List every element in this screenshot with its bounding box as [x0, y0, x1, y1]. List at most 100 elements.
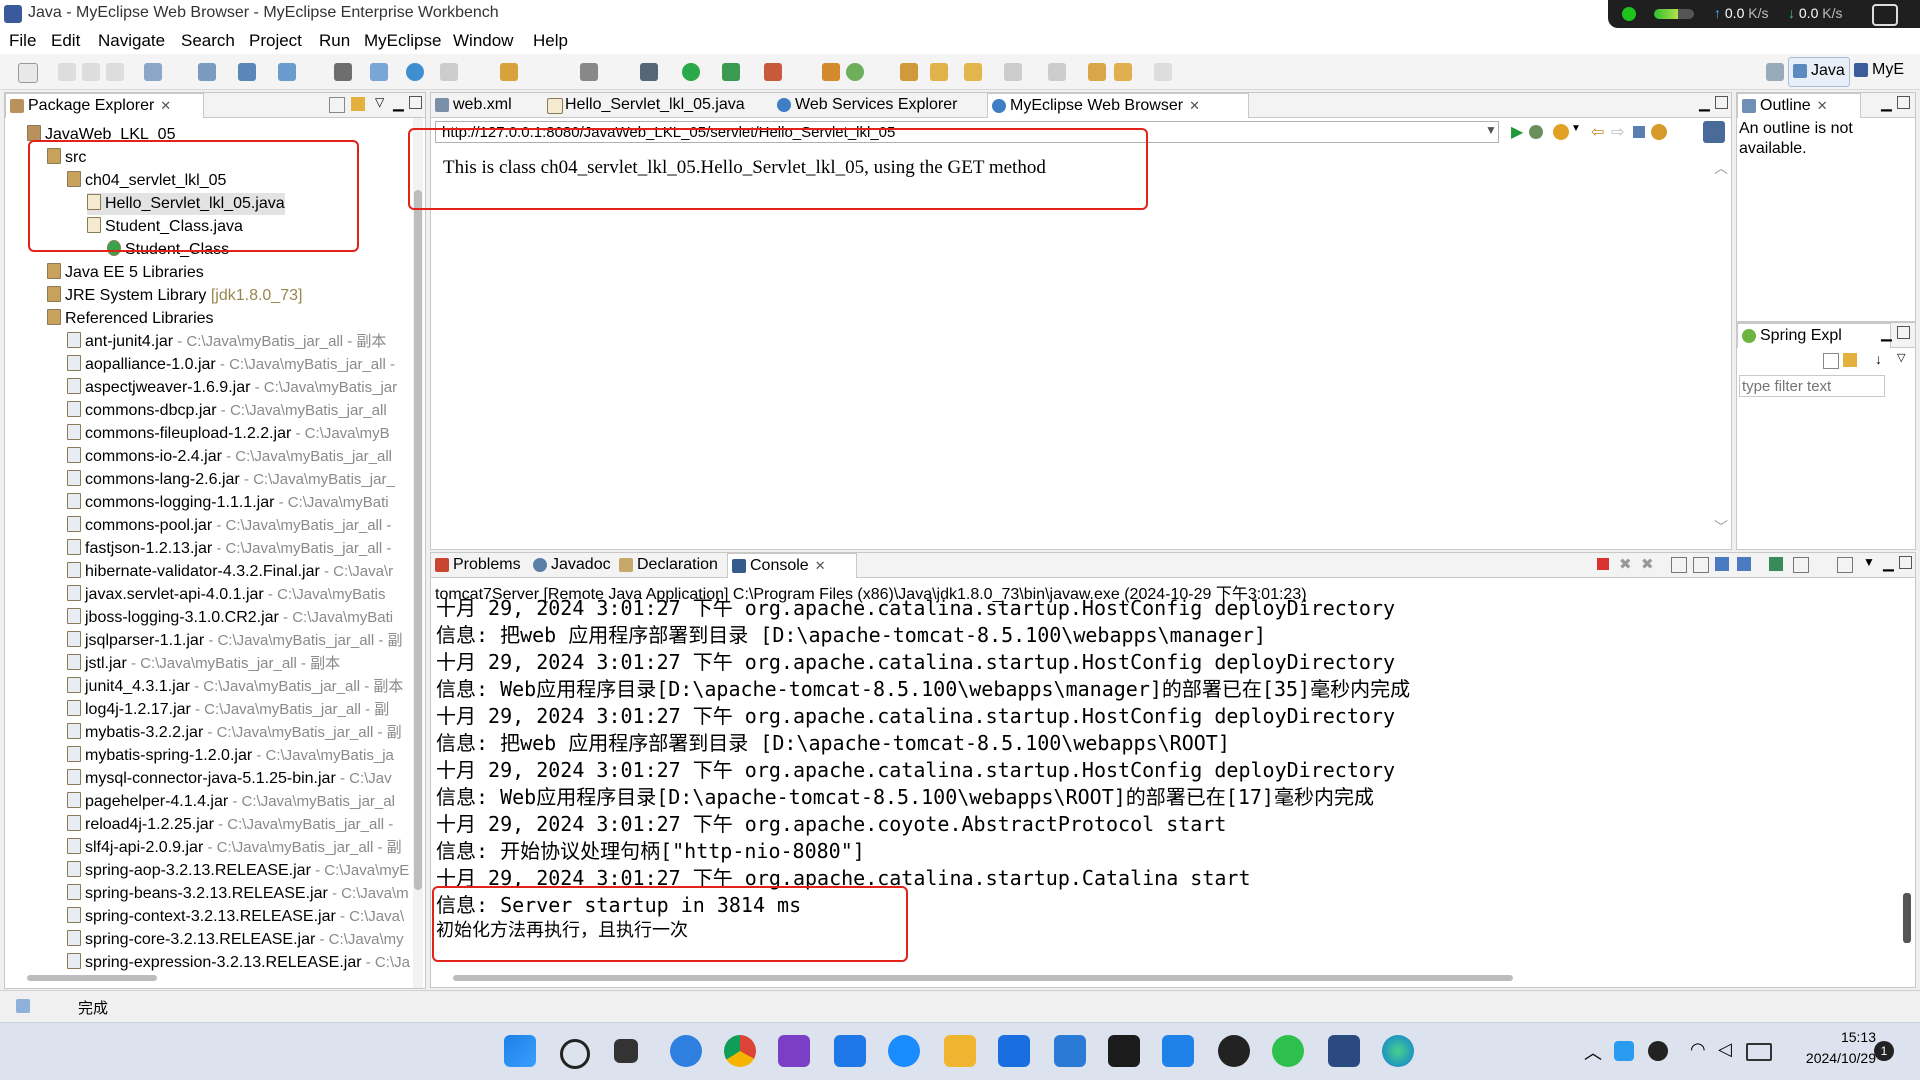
tree-item[interactable]: JRE System Library [jdk1.8.0_73] — [47, 285, 302, 307]
maximize-icon[interactable] — [1897, 96, 1910, 109]
sort-icon[interactable]: ↓ — [1875, 351, 1882, 367]
maximize-icon[interactable] — [1899, 556, 1912, 569]
save-icon[interactable] — [58, 63, 76, 81]
new-project-icon[interactable] — [144, 63, 162, 81]
notepad-icon[interactable] — [1054, 1035, 1086, 1067]
jar-tree-item[interactable]: commons-lang-2.6.jar - C:\Java\myBatis_j… — [67, 469, 395, 491]
word-wrap-icon[interactable] — [1715, 557, 1729, 571]
close-icon[interactable]: ✕ — [1189, 98, 1200, 113]
back-icon[interactable]: ⇦ — [1591, 122, 1604, 142]
open-console-icon[interactable] — [1837, 557, 1853, 573]
open-perspective-icon[interactable] — [1766, 63, 1784, 81]
chrome-icon[interactable] — [724, 1035, 756, 1067]
screenshot-icon[interactable] — [1872, 4, 1898, 26]
wifi-icon[interactable]: ◠ — [1690, 1039, 1706, 1060]
display-console-icon[interactable] — [1793, 557, 1809, 573]
jar-tree-item[interactable]: commons-dbcp.jar - C:\Java\myBatis_jar_a… — [67, 400, 387, 422]
favorites-dropdown-icon[interactable]: ▼ — [1571, 123, 1581, 134]
url-dropdown-icon[interactable]: ▼ — [1485, 123, 1497, 137]
jar-tree-item[interactable]: commons-pool.jar - C:\Java\myBatis_jar_a… — [67, 515, 391, 537]
clear-console-icon[interactable] — [1671, 557, 1687, 573]
debug-page-icon[interactable] — [1529, 125, 1543, 139]
scroll-up-icon[interactable]: ︿ — [1714, 158, 1728, 178]
pin-console-icon[interactable] — [1769, 557, 1783, 571]
perspective-java[interactable]: Java — [1788, 57, 1850, 87]
tab-web-services-explorer[interactable]: Web Services Explorer — [773, 93, 1009, 117]
external-tools-icon[interactable] — [764, 63, 782, 81]
menu-myeclipse[interactable]: MyEclipse — [364, 31, 441, 51]
tray-app-icon[interactable] — [1614, 1041, 1634, 1061]
remove-launch-icon[interactable]: ✖ — [1619, 555, 1632, 573]
tab-console[interactable]: Console ✕ — [727, 553, 857, 578]
scroll-lock-icon[interactable] — [1693, 557, 1709, 573]
file-explorer-icon[interactable] — [944, 1035, 976, 1067]
jar-tree-item[interactable]: aopalliance-1.0.jar - C:\Java\myBatis_ja… — [67, 354, 395, 376]
coverage-icon[interactable] — [722, 63, 740, 81]
menu-run[interactable]: Run — [319, 31, 350, 51]
terminate-icon[interactable] — [1597, 558, 1609, 570]
myeclipse-taskbar-icon[interactable] — [1328, 1035, 1360, 1067]
link-editor-icon[interactable] — [351, 97, 365, 111]
deploy-icon[interactable] — [198, 63, 216, 81]
menu-edit[interactable]: Edit — [51, 31, 80, 51]
edit-icon[interactable] — [930, 63, 948, 81]
console-vertical-scroll-thumb[interactable] — [1903, 893, 1911, 943]
minimize-icon[interactable]: ▁ — [1699, 95, 1710, 112]
clock-time[interactable]: 15:13 — [1800, 1029, 1876, 1045]
terminal-icon[interactable] — [1108, 1035, 1140, 1067]
tray-close-icon[interactable] — [1648, 1041, 1668, 1061]
maximize-icon[interactable] — [409, 96, 422, 109]
jar-tree-item[interactable]: commons-io-2.4.jar - C:\Java\myBatis_jar… — [67, 446, 392, 468]
qq-icon[interactable] — [1218, 1035, 1250, 1067]
menu-search[interactable]: Search — [181, 31, 235, 51]
feishu-icon[interactable] — [834, 1035, 866, 1067]
photos-icon[interactable] — [1162, 1035, 1194, 1067]
battery-icon[interactable] — [1746, 1043, 1772, 1061]
windows-start-icon[interactable] — [504, 1035, 536, 1067]
tree-item[interactable]: Referenced Libraries — [47, 308, 214, 330]
stop-icon[interactable] — [1633, 126, 1645, 138]
browser-settings-icon[interactable] — [1703, 121, 1725, 143]
show-on-output-icon[interactable] — [1737, 557, 1751, 571]
tab-spring-explorer[interactable]: Spring Expl — [1737, 323, 1891, 348]
notification-badge[interactable]: 1 — [1874, 1041, 1894, 1061]
server-icon[interactable] — [238, 63, 256, 81]
view-menu-icon[interactable]: ▽ — [1897, 351, 1905, 364]
prev-annotation-icon[interactable] — [1048, 63, 1066, 81]
menu-help[interactable]: Help — [533, 31, 568, 51]
globe-icon[interactable] — [406, 63, 424, 81]
close-icon[interactable]: ✕ — [160, 98, 171, 113]
view-menu-icon[interactable]: ▽ — [375, 95, 384, 109]
search-icon[interactable] — [560, 1039, 590, 1069]
go-icon[interactable]: ▶ — [1511, 122, 1523, 142]
volume-icon[interactable]: ◁ — [1718, 1039, 1732, 1060]
jar-tree-item[interactable]: hibernate-validator-4.3.2.Final.jar - C:… — [67, 561, 393, 583]
minimize-icon[interactable]: ▁ — [1881, 95, 1892, 112]
view-menu-icon[interactable]: ▼ — [1863, 555, 1875, 569]
clock-date[interactable]: 2024/10/29 — [1790, 1050, 1876, 1066]
last-edit-icon[interactable] — [1088, 63, 1106, 81]
tab-package-explorer[interactable]: Package Explorer ✕ — [5, 93, 204, 118]
close-icon[interactable]: ✕ — [815, 558, 826, 573]
favorites-icon[interactable] — [1553, 124, 1569, 140]
browser-icon[interactable] — [370, 63, 388, 81]
p-app-icon[interactable] — [998, 1035, 1030, 1067]
menu-window[interactable]: Window — [453, 31, 513, 51]
search-app-icon[interactable] — [888, 1035, 920, 1067]
spring-filter-input[interactable] — [1739, 375, 1885, 397]
jar-tree-item[interactable]: aspectjweaver-1.6.9.jar - C:\Java\myBati… — [67, 377, 397, 399]
link-editor-icon[interactable] — [1843, 353, 1857, 367]
wechat-icon[interactable] — [1272, 1035, 1304, 1067]
remove-all-icon[interactable]: ✖ — [1641, 555, 1654, 573]
tab-myeclipse-web-browser[interactable]: MyEclipse Web Browser ✕ — [987, 93, 1249, 118]
jar-tree-item[interactable]: fastjson-1.2.13.jar - C:\Java\myBatis_ja… — [67, 538, 391, 560]
tree-item[interactable]: Java EE 5 Libraries — [47, 262, 204, 284]
menu-project[interactable]: Project — [249, 31, 302, 51]
collapse-all-icon[interactable] — [329, 97, 345, 113]
run-server-icon[interactable] — [334, 63, 352, 81]
web-icon[interactable] — [278, 63, 296, 81]
run-icon[interactable] — [682, 63, 700, 81]
jar-tree-item[interactable]: commons-logging-1.1.1.jar - C:\Java\myBa… — [67, 492, 389, 514]
menu-navigate[interactable]: Navigate — [98, 31, 165, 51]
back-icon[interactable] — [1114, 63, 1132, 81]
